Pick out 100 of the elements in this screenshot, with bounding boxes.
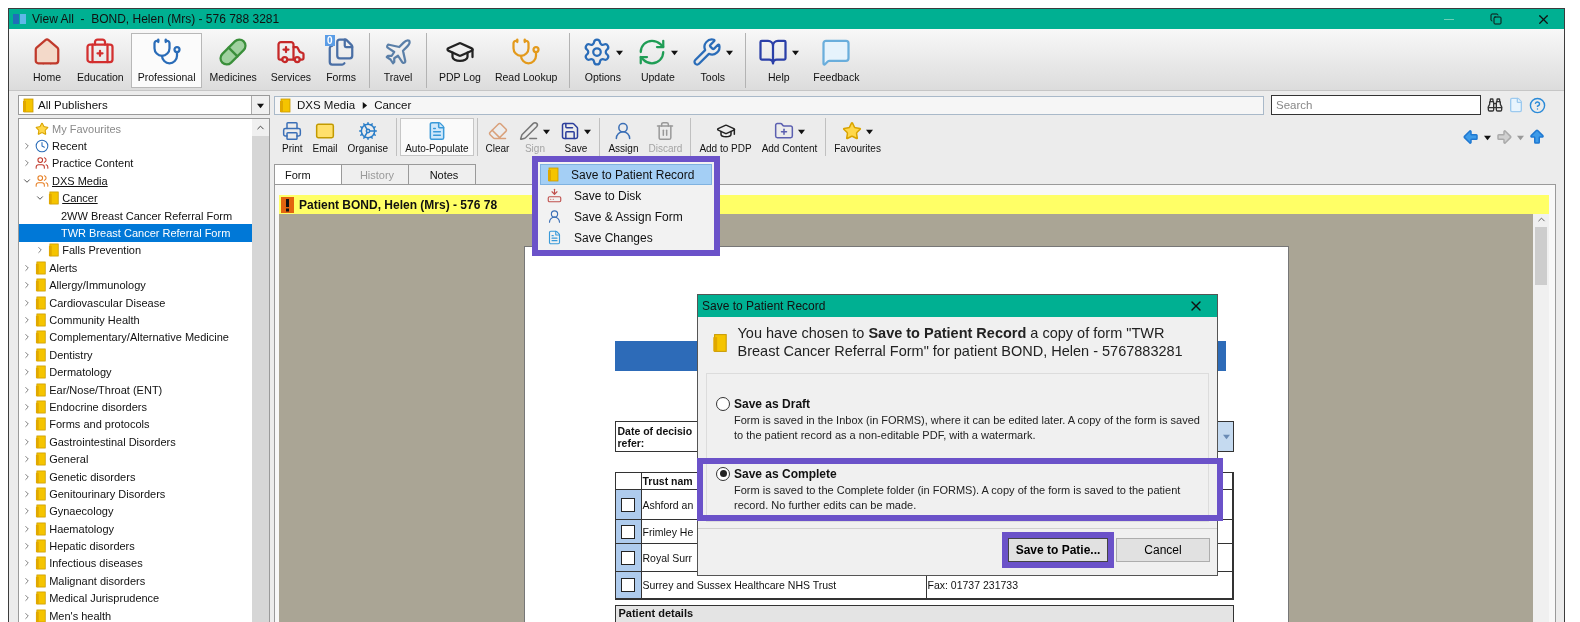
tree-item[interactable]: Forms and protocols — [19, 415, 252, 434]
tree-item[interactable]: Recent — [19, 137, 252, 155]
chevron-right-icon[interactable] — [22, 575, 32, 586]
menu-item[interactable]: Save Changes — [540, 227, 712, 248]
chevron-right-icon[interactable] — [22, 436, 32, 447]
save-option[interactable]: Save as Complete Form is saved to the Complete folder (in FORMS). A copy of the form is saved to the patient record. No further edits can be made. — [697, 457, 1223, 522]
menu-item[interactable]: Save & Assign Form — [540, 206, 712, 227]
toolbar-button[interactable]: Save — [555, 118, 597, 156]
toolbar-button[interactable]: Medicines — [202, 33, 264, 88]
forward-arrow-icon[interactable] — [1495, 128, 1513, 146]
toolbar-button[interactable]: Organise — [342, 118, 394, 156]
tree-item[interactable]: General — [19, 450, 252, 468]
tree-item[interactable]: Men's health — [19, 606, 252, 622]
dialog-button[interactable]: Save to Patie... — [1002, 532, 1114, 568]
tree-item[interactable]: Cancer — [19, 189, 252, 207]
chevron-right-icon[interactable] — [22, 141, 32, 152]
toolbar-button[interactable]: Add Content — [756, 118, 823, 156]
toolbar-button[interactable]: Services — [263, 33, 319, 88]
tree-item[interactable]: Alerts — [19, 259, 252, 277]
tree-item[interactable]: Gynaecology — [19, 502, 252, 520]
chevron-right-icon[interactable] — [22, 593, 32, 604]
toolbar-button[interactable]: Feedback — [806, 33, 867, 88]
save-option[interactable]: Save as Draft Form is saved in the Inbox (in FORMS), where it can be edited later. A copy of the form is saved to the patient record as a non-editable PDF, with a watermark. — [697, 388, 1223, 452]
dropdown-button[interactable] — [251, 96, 269, 114]
dialog-button[interactable]: Cancel — [1116, 538, 1210, 562]
tree-item[interactable]: Practice Content — [19, 154, 252, 173]
tree-item[interactable]: Cardiovascular Disease — [19, 293, 252, 312]
chevron-right-icon[interactable] — [22, 419, 32, 430]
checkbox[interactable] — [620, 497, 635, 512]
back-arrow-icon[interactable] — [1462, 128, 1480, 146]
toolbar-button[interactable]: Clear — [480, 118, 515, 156]
chevron-right-icon[interactable] — [22, 454, 32, 465]
toolbar-button[interactable]: Options — [575, 33, 631, 88]
toolbar-button[interactable]: Professional — [130, 33, 203, 88]
chevron-right-icon[interactable] — [22, 401, 32, 412]
tree-item[interactable]: Endocrine disorders — [19, 398, 252, 416]
menu-item[interactable]: Save to Disk — [540, 185, 712, 206]
binoculars-icon[interactable] — [1487, 97, 1503, 113]
up-arrow-icon[interactable] — [1528, 128, 1546, 146]
chevron-right-icon[interactable] — [22, 558, 32, 569]
tree-item[interactable]: 2WW Breast Cancer Referral Form — [19, 206, 252, 225]
tree-item[interactable]: Falls Prevention — [19, 241, 252, 260]
tree-item[interactable]: Genitourinary Disorders — [19, 485, 252, 503]
tab[interactable]: Notes — [408, 164, 476, 184]
tree-item[interactable]: Genetic disorders — [19, 467, 252, 486]
toolbar-button[interactable]: Update — [630, 33, 686, 88]
toolbar-button[interactable]: Assign — [603, 118, 644, 156]
chevron-right-icon[interactable] — [22, 280, 32, 291]
chevron-right-icon[interactable] — [22, 384, 32, 395]
radio-button[interactable] — [716, 397, 730, 411]
chevron-right-icon[interactable] — [22, 506, 32, 517]
toolbar-button[interactable]: Forms 0 — [318, 33, 365, 88]
chevron-right-icon[interactable] — [22, 610, 32, 621]
toolbar-button[interactable]: Read Lookup — [487, 33, 565, 88]
tree-item[interactable]: TWR Breast Cancer Referral Form — [19, 224, 252, 242]
tree-item[interactable]: Complementary/Alternative Medicine — [19, 328, 252, 347]
tree-item[interactable]: Ear/Nose/Throat (ENT) — [19, 380, 252, 399]
menu-item[interactable]: Save to Patient Record — [540, 164, 712, 185]
tree-item[interactable]: DXS Media — [19, 172, 252, 190]
checkbox[interactable] — [620, 524, 635, 539]
toolbar-button[interactable]: PDP Log — [432, 33, 488, 88]
checkbox[interactable] — [620, 550, 635, 565]
page-icon[interactable] — [1508, 97, 1524, 113]
chevron-right-icon[interactable] — [22, 523, 32, 534]
chevron-right-icon[interactable] — [35, 245, 45, 256]
toolbar-button[interactable]: Help — [751, 33, 807, 88]
publisher-dropdown[interactable]: All Publishers — [18, 95, 270, 115]
tab[interactable]: Form — [274, 164, 342, 184]
chevron-right-icon[interactable] — [22, 332, 32, 343]
tree-item[interactable]: Allergy/Immunology — [19, 276, 252, 294]
chevron-right-icon[interactable] — [22, 488, 32, 499]
toolbar-button[interactable]: Print — [277, 118, 308, 156]
tree-item[interactable]: Community Health — [19, 311, 252, 329]
toolbar-button[interactable]: Email — [307, 118, 343, 156]
tree-item[interactable]: Dentistry — [19, 346, 252, 364]
toolbar-button[interactable]: Home — [24, 33, 70, 88]
breadcrumb-link[interactable]: DXS Media — [297, 99, 356, 111]
checkbox[interactable] — [620, 578, 635, 592]
tree-item[interactable]: Infectious diseases — [19, 554, 252, 573]
search-field[interactable]: Search — [1271, 95, 1481, 115]
chevron-right-icon[interactable] — [22, 367, 32, 378]
scrollbar[interactable] — [1533, 214, 1549, 622]
scroll-thumb[interactable] — [1535, 227, 1547, 285]
toolbar-button[interactable]: Education — [70, 33, 131, 88]
scroll-up-button[interactable] — [252, 119, 269, 136]
tree-item[interactable]: Haematology — [19, 520, 252, 538]
tree-item[interactable]: Hepatic disorders — [19, 537, 252, 555]
tree-item[interactable]: Malignant disorders — [19, 572, 252, 590]
chevron-right-icon[interactable] — [22, 349, 32, 360]
toolbar-button[interactable]: Tools — [685, 33, 741, 88]
tree-item[interactable]: Gastrointestinal Disorders — [19, 433, 252, 451]
toolbar-button[interactable]: Auto-Populate — [400, 118, 474, 156]
radio-button[interactable] — [716, 466, 730, 481]
toolbar-button[interactable]: Add to PDP — [694, 118, 757, 156]
tree-item[interactable]: Dermatology — [19, 363, 252, 381]
chevron-right-icon[interactable] — [22, 158, 32, 169]
toolbar-button[interactable]: Travel — [375, 33, 422, 88]
chevron-right-icon[interactable] — [22, 471, 32, 482]
breadcrumb-link[interactable]: Cancer — [374, 99, 412, 111]
chevron-right-icon[interactable] — [22, 297, 32, 308]
